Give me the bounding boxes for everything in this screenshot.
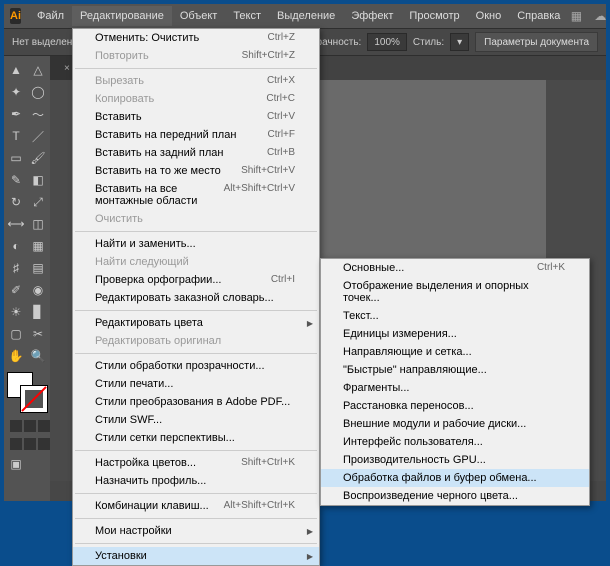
stock-icon[interactable]: ☁ [592,8,608,24]
curvature-tool[interactable]: 〜 [28,104,48,124]
edit-menu-item-31[interactable]: Мои настройки [73,522,319,540]
selection-tool[interactable]: ▲ [6,60,26,80]
scale-tool[interactable]: ⤢ [28,192,48,212]
rectangle-tool[interactable]: ▭ [6,148,26,168]
graph-tool[interactable]: ▊ [28,302,48,322]
direct-selection-tool[interactable]: △ [28,60,48,80]
prefs-menu-item-10[interactable]: Производительность GPU... [321,451,589,469]
prefs-menu-item-6[interactable]: Фрагменты... [321,379,589,397]
prefs-menu-item-2[interactable]: Текст... [321,307,589,325]
edit-menu-item-26[interactable]: Настройка цветов...Shift+Ctrl+K [73,454,319,472]
line-tool[interactable]: ／ [28,126,48,146]
rotate-tool[interactable]: ↻ [6,192,26,212]
prefs-menu-item-0[interactable]: Основные...Ctrl+K [321,259,589,277]
edit-menu-item-29[interactable]: Комбинации клавиш...Alt+Shift+Ctrl+K [73,497,319,515]
menu-help[interactable]: Справка [509,6,568,26]
edit-menu-item-23[interactable]: Стили SWF... [73,411,319,429]
shape-builder-tool[interactable]: ◐ [6,236,26,256]
mesh-tool[interactable]: ♯ [6,258,26,278]
edit-menu-item-17[interactable]: Редактировать цвета [73,314,319,332]
app-logo: Ai [10,8,21,24]
zoom-tool[interactable]: 🔍 [28,346,48,366]
prefs-menu-item-5[interactable]: "Быстрые" направляющие... [321,361,589,379]
menubar: Ai Файл Редактирование Объект Текст Выде… [4,4,606,28]
brush-tool[interactable]: 🖌 [28,148,48,168]
edit-menu-dropdown: Отменить: ОчиститьCtrl+ZПовторитьShift+C… [72,28,320,566]
prefs-menu-item-4[interactable]: Направляющие и сетка... [321,343,589,361]
eraser-tool[interactable]: ◧ [28,170,48,190]
edit-menu-item-24[interactable]: Стили сетки перспективы... [73,429,319,447]
stroke-swatch[interactable] [21,386,47,412]
gradient-tool[interactable]: ▤ [28,258,48,278]
edit-menu-item-33[interactable]: Установки [73,547,319,565]
prefs-menu-item-7[interactable]: Расстановка переносов... [321,397,589,415]
document-settings-button[interactable]: Параметры документа [475,32,598,52]
symbol-tool[interactable]: ☀ [6,302,26,322]
draw-inside-icon[interactable] [38,438,50,450]
close-tab-icon[interactable]: × [64,63,70,74]
edit-menu-item-18: Редактировать оригинал [73,332,319,350]
magic-wand-tool[interactable]: ✦ [6,82,26,102]
prefs-menu-item-9[interactable]: Интерфейс пользователя... [321,433,589,451]
shaper-tool[interactable]: ✎ [6,170,26,190]
edit-menu-item-13: Найти следующий [73,253,319,271]
prefs-menu-item-12[interactable]: Воспроизведение черного цвета... [321,487,589,505]
menu-view[interactable]: Просмотр [401,6,467,26]
menu-window[interactable]: Окно [468,6,510,26]
edit-menu-item-3: ВырезатьCtrl+X [73,72,319,90]
edit-menu-item-15[interactable]: Редактировать заказной словарь... [73,289,319,307]
lasso-tool[interactable]: ◯ [28,82,48,102]
edit-menu-item-20[interactable]: Стили обработки прозрачности... [73,357,319,375]
edit-menu-item-8[interactable]: Вставить на то же местоShift+Ctrl+V [73,162,319,180]
edit-menu-item-7[interactable]: Вставить на задний планCtrl+B [73,144,319,162]
slice-tool[interactable]: ✂ [28,324,48,344]
none-mode-icon[interactable] [38,420,50,432]
style-field[interactable]: ▾ [450,33,469,51]
screen-mode-tool[interactable]: ▣ [6,454,26,474]
edit-menu-item-21[interactable]: Стили печати... [73,375,319,393]
eyedropper-tool[interactable]: ✐ [6,280,26,300]
style-label: Стиль: [413,37,444,48]
prefs-menu-item-1[interactable]: Отображение выделения и опорных точек... [321,277,589,307]
hand-tool[interactable]: ✋ [6,346,26,366]
prefs-menu-item-3[interactable]: Единицы измерения... [321,325,589,343]
draw-normal-icon[interactable] [10,438,22,450]
edit-menu-item-4: КопироватьCtrl+C [73,90,319,108]
color-mode-icon[interactable] [10,420,22,432]
edit-menu-item-0[interactable]: Отменить: ОчиститьCtrl+Z [73,29,319,47]
menu-select[interactable]: Выделение [269,6,343,26]
edit-menu-item-6[interactable]: Вставить на передний планCtrl+F [73,126,319,144]
width-tool[interactable]: ⟷ [6,214,26,234]
edit-menu-item-5[interactable]: ВставитьCtrl+V [73,108,319,126]
edit-menu-item-14[interactable]: Проверка орфографии...Ctrl+I [73,271,319,289]
edit-menu-item-12[interactable]: Найти и заменить... [73,235,319,253]
edit-menu-item-22[interactable]: Стили преобразования в Adobe PDF... [73,393,319,411]
gradient-mode-icon[interactable] [24,420,36,432]
blend-tool[interactable]: ◉ [28,280,48,300]
prefs-menu-item-11[interactable]: Обработка файлов и буфер обмена... [321,469,589,487]
menu-effect[interactable]: Эффект [343,6,401,26]
menu-file[interactable]: Файл [29,6,72,26]
opacity-field[interactable]: 100% [367,33,407,51]
draw-behind-icon[interactable] [24,438,36,450]
free-transform-tool[interactable]: ◫ [28,214,48,234]
menu-edit[interactable]: Редактирование [72,6,172,26]
pen-tool[interactable]: ✒ [6,104,26,124]
edit-menu-item-27[interactable]: Назначить профиль... [73,472,319,490]
edit-menu-item-9[interactable]: Вставить на все монтажные областиAlt+Shi… [73,180,319,210]
edit-menu-item-10: Очистить [73,210,319,228]
menu-text[interactable]: Текст [225,6,269,26]
perspective-tool[interactable]: ▦ [28,236,48,256]
menu-object[interactable]: Объект [172,6,225,26]
fill-stroke-swatch[interactable] [7,372,47,412]
artboard-tool[interactable]: ▢ [6,324,26,344]
preferences-submenu: Основные...Ctrl+KОтображение выделения и… [320,258,590,506]
type-tool[interactable]: T [6,126,26,146]
bridge-icon[interactable]: ▦ [568,8,584,24]
tools-panel: ▲ △ ✦ ◯ ✒ 〜 T ／ ▭ 🖌 ✎ ◧ ↻ ⤢ ⟷ ◫ ◐ ▦ ♯ ▤ … [4,56,50,501]
edit-menu-item-1: ПовторитьShift+Ctrl+Z [73,47,319,65]
prefs-menu-item-8[interactable]: Внешние модули и рабочие диски... [321,415,589,433]
